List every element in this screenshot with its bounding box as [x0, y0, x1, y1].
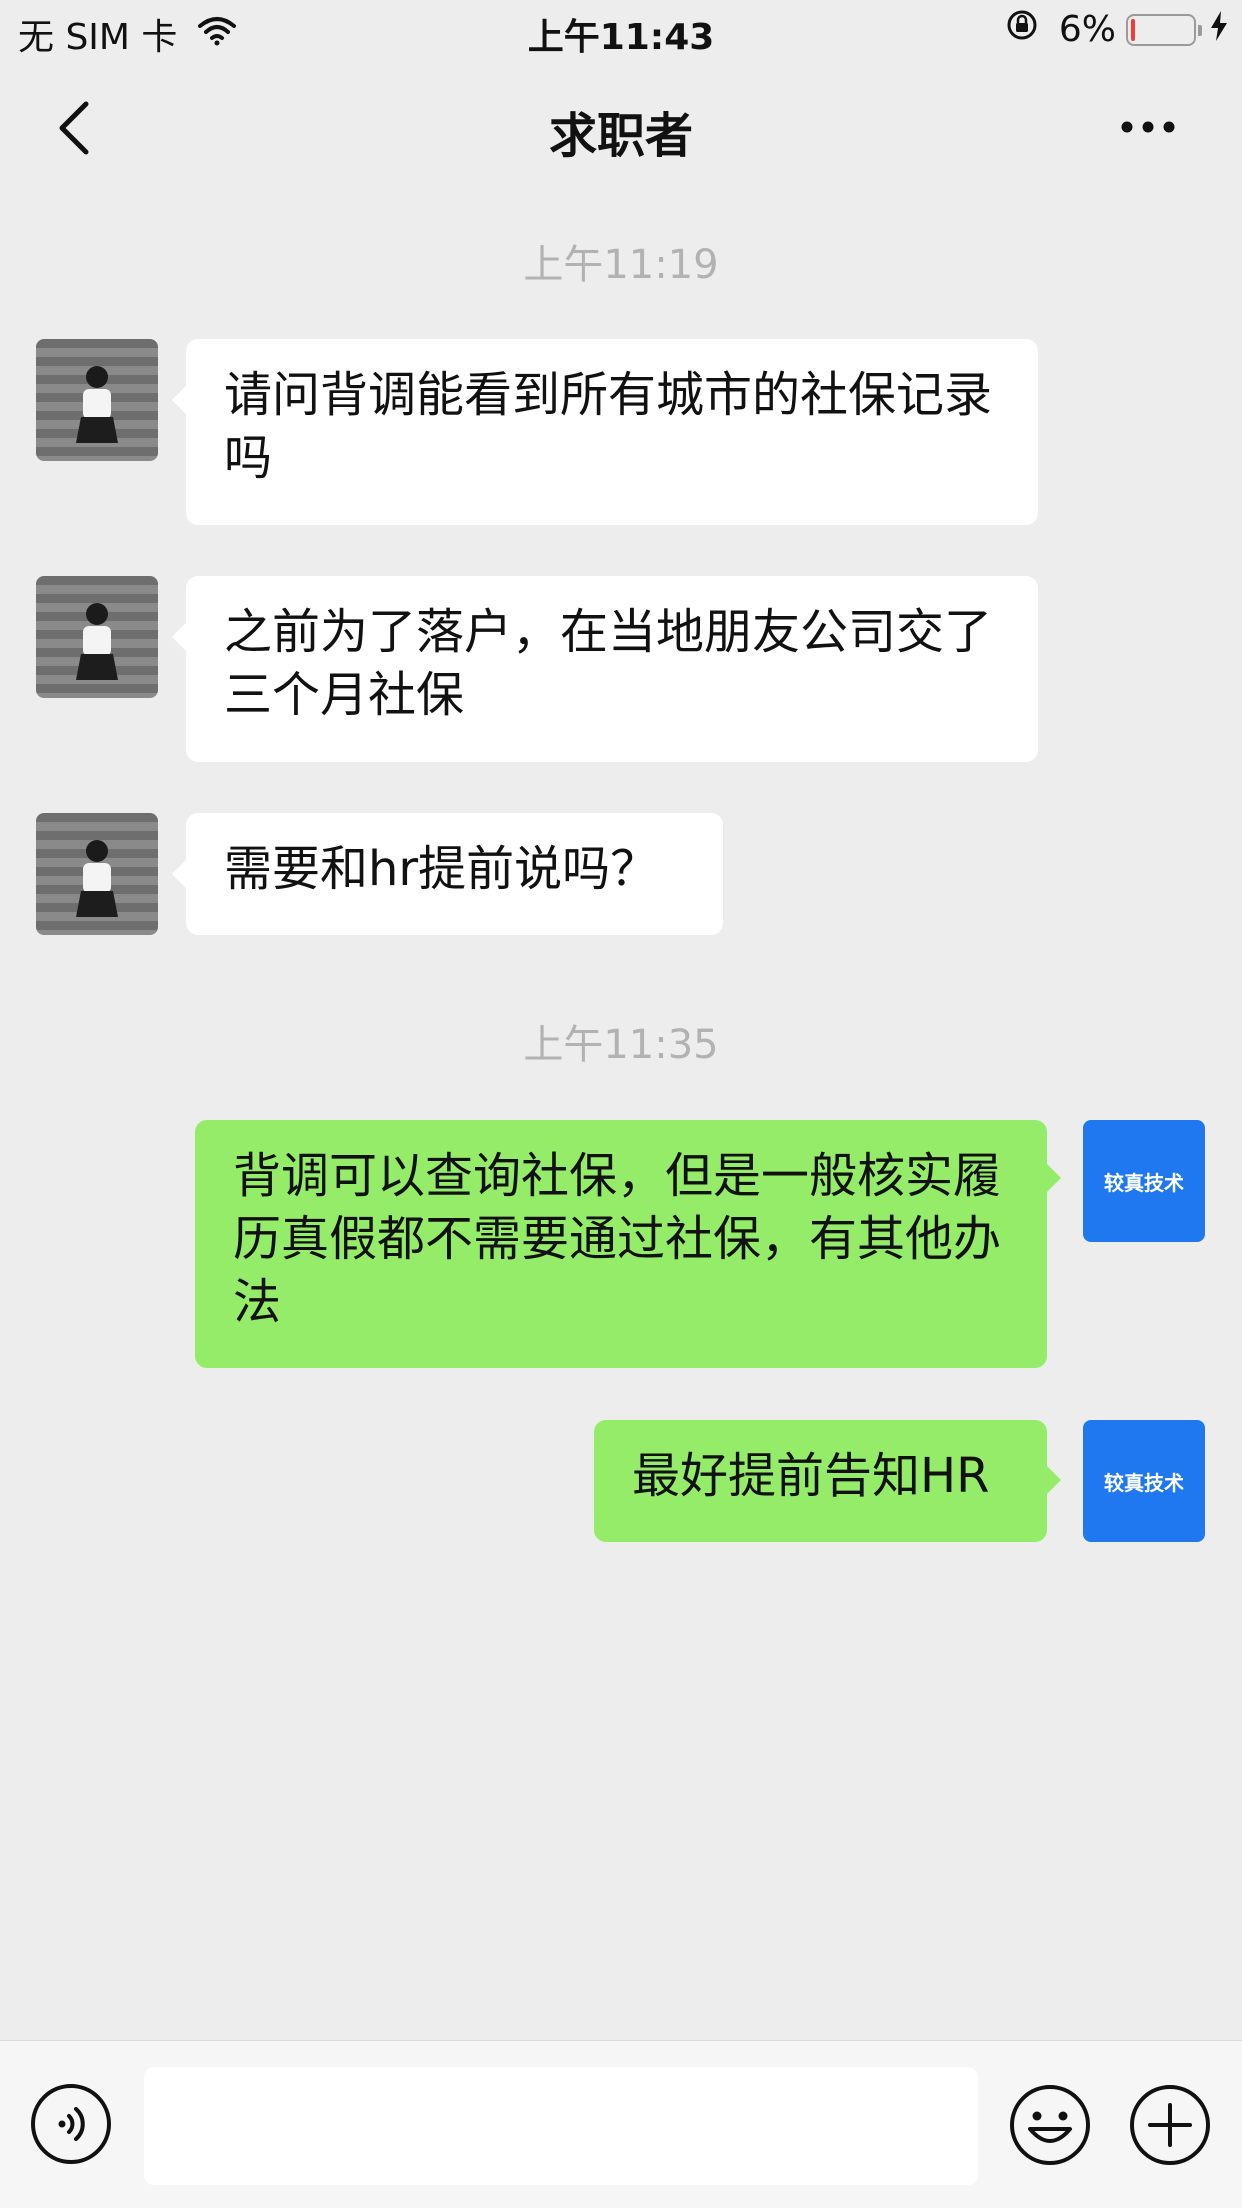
brand-logo-text: 较真技术 — [1104, 1170, 1184, 1195]
person-photo-icon — [76, 366, 118, 443]
bubble-tail — [172, 623, 186, 651]
status-right: 6% — [1005, 8, 1228, 51]
status-bar: 无 SIM 卡 上午11:43 6% — [0, 0, 1242, 62]
contact-avatar[interactable] — [36, 339, 158, 461]
person-photo-icon — [76, 603, 118, 680]
emoji-button[interactable] — [1008, 2083, 1092, 2167]
outgoing-message[interactable]: 最好提前告知HR — [594, 1420, 1047, 1542]
contact-avatar[interactable] — [36, 576, 158, 698]
more-button[interactable] — [1120, 112, 1176, 142]
emoji-icon — [1010, 2085, 1090, 2165]
person-photo-icon — [76, 840, 118, 917]
plus-icon — [1130, 2085, 1210, 2165]
plus-button[interactable] — [1128, 2083, 1212, 2167]
page-title: 求职者 — [548, 108, 693, 164]
ellipsis-icon — [1121, 121, 1175, 133]
outgoing-message[interactable]: 背调可以查询社保，但是一般核实履历真假都不需要通过社保，有其他办法 — [195, 1120, 1047, 1368]
timestamp: 上午11:19 — [523, 242, 719, 288]
incoming-message[interactable]: 请问背调能看到所有城市的社保记录吗 — [186, 339, 1038, 525]
contact-avatar[interactable] — [36, 813, 158, 935]
incoming-message[interactable]: 之前为了落户，在当地朋友公司交了三个月社保 — [186, 576, 1038, 762]
chat-screen: 无 SIM 卡 上午11:43 6% 求职者 上午11:19 请问背调能看到所有… — [0, 0, 1242, 2208]
voice-button[interactable] — [30, 2083, 112, 2165]
bubble-tail — [1047, 1466, 1061, 1494]
battery-level — [1131, 18, 1135, 41]
timestamp: 上午11:35 — [523, 1022, 719, 1068]
nav-bar: 求职者 — [0, 62, 1242, 192]
battery-icon — [1126, 13, 1202, 46]
incoming-message[interactable]: 需要和hr提前说吗？ — [186, 813, 723, 935]
voice-icon — [31, 2084, 111, 2164]
message-input[interactable] — [144, 2067, 978, 2185]
own-avatar[interactable]: 较真技术 — [1083, 1420, 1205, 1542]
brand-logo-text: 较真技术 — [1104, 1470, 1184, 1495]
charging-bolt-icon — [1210, 9, 1228, 50]
bubble-tail — [1047, 1164, 1061, 1192]
input-bar — [0, 2040, 1242, 2208]
rotation-lock-icon — [1005, 8, 1039, 51]
own-avatar[interactable]: 较真技术 — [1083, 1120, 1205, 1242]
bubble-tail — [172, 860, 186, 888]
battery-percent: 6% — [1058, 9, 1116, 50]
bubble-tail — [172, 386, 186, 414]
